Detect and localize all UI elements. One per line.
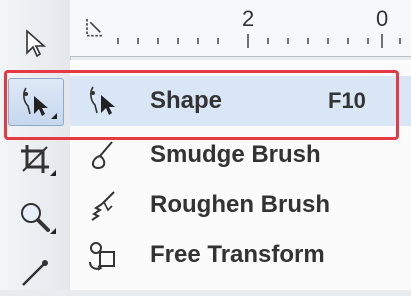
highlight-annotation [4, 70, 399, 140]
menu-item-free-transform[interactable]: Free Transform [70, 230, 411, 280]
menu-item-label: Roughen Brush [150, 191, 330, 218]
horizontal-ruler: 2 0 [70, 0, 411, 57]
freehand-tool-icon [22, 260, 48, 286]
menu-item-label: Smudge Brush [150, 141, 321, 168]
freehand-tool-button[interactable] [8, 250, 62, 296]
zoom-tool-icon [21, 203, 50, 232]
flyout-arrow-icon [50, 228, 56, 234]
toolbox [0, 0, 71, 290]
menu-item-roughen-brush[interactable]: Roughen Brush [70, 180, 411, 230]
roughen-brush-icon [78, 180, 128, 230]
pick-tool-button[interactable] [8, 20, 62, 66]
zoom-tool-button[interactable] [8, 194, 62, 240]
ruler-ticks [117, 34, 401, 48]
flyout-arrow-icon [50, 170, 56, 176]
free-transform-icon [78, 230, 128, 280]
ruler-label: 0 [376, 6, 389, 31]
menu-item-label: Free Transform [150, 241, 325, 268]
pick-tool-icon [26, 29, 47, 58]
crop-tool-icon [21, 145, 49, 173]
crop-tool-button[interactable] [8, 136, 62, 182]
ruler-label: 2 [242, 6, 255, 31]
